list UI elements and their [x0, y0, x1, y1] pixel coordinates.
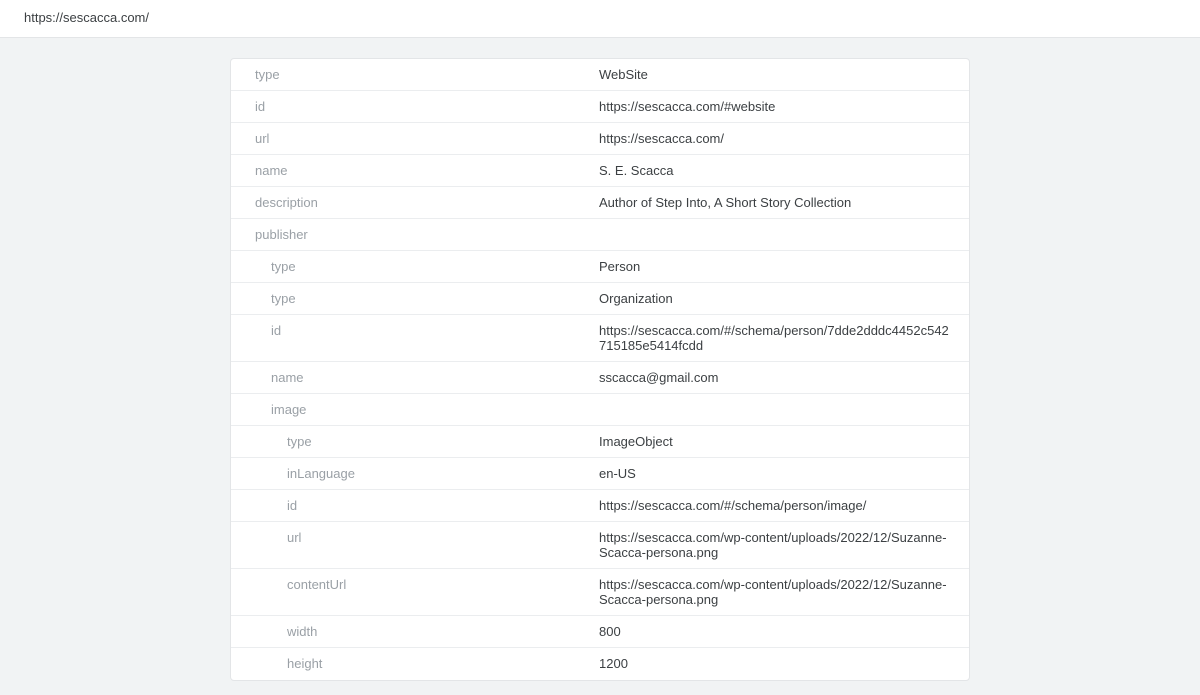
header-url: https://sescacca.com/: [24, 10, 149, 25]
row-label: url: [231, 131, 599, 146]
row-value: https://sescacca.com/wp-content/uploads/…: [599, 577, 969, 607]
table-row: url https://sescacca.com/: [231, 123, 969, 155]
table-row: type WebSite: [231, 59, 969, 91]
row-value: en-US: [599, 466, 969, 481]
row-value: Person: [599, 259, 969, 274]
header-bar: https://sescacca.com/: [0, 0, 1200, 38]
row-label: id: [231, 323, 599, 338]
row-value: ImageObject: [599, 434, 969, 449]
row-value: Organization: [599, 291, 969, 306]
row-label: id: [231, 498, 599, 513]
row-value: 800: [599, 624, 969, 639]
table-row: name sscacca@gmail.com: [231, 362, 969, 394]
row-label: inLanguage: [231, 466, 599, 481]
row-label: height: [231, 656, 599, 671]
row-value: sscacca@gmail.com: [599, 370, 969, 385]
row-value: Author of Step Into, A Short Story Colle…: [599, 195, 969, 210]
table-row: id https://sescacca.com/#/schema/person/…: [231, 315, 969, 362]
table-row: publisher: [231, 219, 969, 251]
table-row: type Organization: [231, 283, 969, 315]
table-row: url https://sescacca.com/wp-content/uplo…: [231, 522, 969, 569]
row-label: contentUrl: [231, 577, 599, 592]
row-label: type: [231, 259, 599, 274]
table-row: id https://sescacca.com/#website: [231, 91, 969, 123]
row-value: WebSite: [599, 67, 969, 82]
row-label: name: [231, 163, 599, 178]
table-row: id https://sescacca.com/#/schema/person/…: [231, 490, 969, 522]
schema-panel: type WebSite id https://sescacca.com/#we…: [230, 58, 970, 681]
row-value: https://sescacca.com/#/schema/person/ima…: [599, 498, 969, 513]
row-value: https://sescacca.com/: [599, 131, 969, 146]
table-row: name S. E. Scacca: [231, 155, 969, 187]
row-label: url: [231, 530, 599, 545]
row-label: description: [231, 195, 599, 210]
row-label: publisher: [231, 227, 599, 242]
table-row: image: [231, 394, 969, 426]
row-label: name: [231, 370, 599, 385]
row-label: id: [231, 99, 599, 114]
row-value: https://sescacca.com/#website: [599, 99, 969, 114]
table-row: description Author of Step Into, A Short…: [231, 187, 969, 219]
table-row: contentUrl https://sescacca.com/wp-conte…: [231, 569, 969, 616]
row-label: image: [231, 402, 599, 417]
row-label: type: [231, 434, 599, 449]
row-value: https://sescacca.com/#/schema/person/7dd…: [599, 323, 969, 353]
row-value: 1200: [599, 656, 969, 671]
row-label: width: [231, 624, 599, 639]
row-value: S. E. Scacca: [599, 163, 969, 178]
table-row: type Person: [231, 251, 969, 283]
row-value: https://sescacca.com/wp-content/uploads/…: [599, 530, 969, 560]
table-row: height 1200: [231, 648, 969, 680]
table-row: width 800: [231, 616, 969, 648]
content-outer: type WebSite id https://sescacca.com/#we…: [0, 38, 1200, 681]
row-label: type: [231, 67, 599, 82]
row-label: type: [231, 291, 599, 306]
table-row: inLanguage en-US: [231, 458, 969, 490]
table-row: type ImageObject: [231, 426, 969, 458]
